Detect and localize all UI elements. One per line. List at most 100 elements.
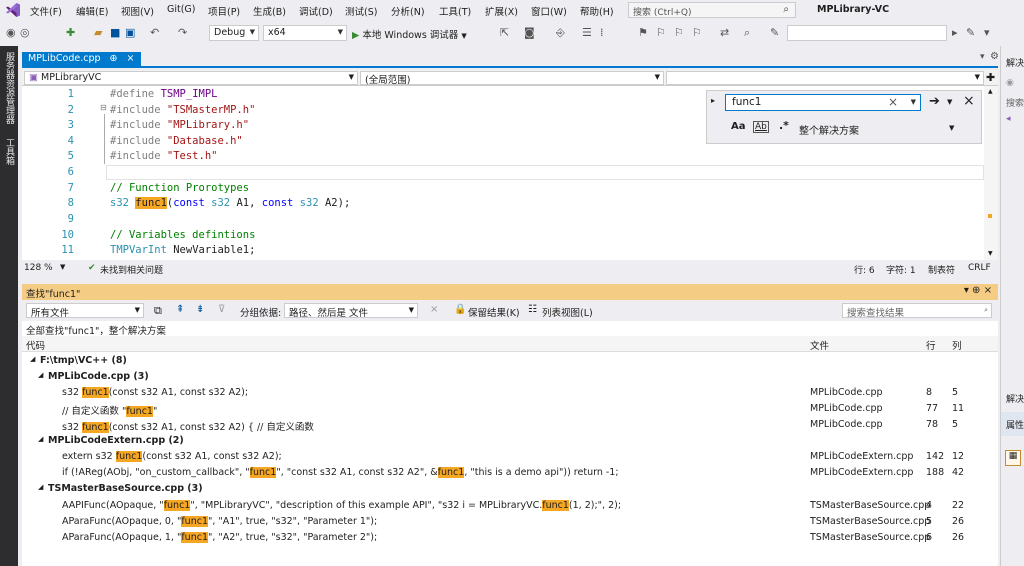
menu-git[interactable]: Git(G): [167, 4, 196, 15]
bookmark-next-icon[interactable]: ⚐: [674, 26, 684, 39]
menu-help[interactable]: 帮助(H): [580, 4, 614, 18]
attach-icon[interactable]: ✎: [770, 26, 779, 39]
result-row[interactable]: s32 func1(const s32 A1, const s32 A2) { …: [22, 417, 998, 433]
toolbox-tab[interactable]: 工具箱: [3, 138, 16, 165]
menu-test[interactable]: 测试(S): [345, 4, 377, 18]
step-icon[interactable]: ⎆: [556, 26, 565, 40]
properties-grid-icon[interactable]: ▦: [1005, 450, 1021, 466]
menu-debug[interactable]: 调试(D): [299, 4, 333, 18]
project-combo[interactable]: ▣ MPLibraryVC ▼: [24, 71, 358, 85]
quick-search-input[interactable]: 搜索 (Ctrl+Q) ⌕: [628, 2, 796, 18]
clear-filter-icon[interactable]: ⊽: [218, 304, 225, 315]
editor-scrollbar[interactable]: ▲ ▼: [984, 86, 998, 260]
find-scope[interactable]: 整个解决方案: [799, 122, 859, 137]
platform-select[interactable]: x64 ▼: [263, 25, 347, 41]
start-debugging-button[interactable]: ▶ 本地 Windows 调试器 ▼: [352, 27, 467, 41]
result-row[interactable]: extern s32 func1(const s32 A1, const s32…: [22, 449, 998, 465]
back-icon[interactable]: ◉: [6, 26, 16, 39]
clear-icon[interactable]: ×: [888, 95, 898, 109]
zoom-level[interactable]: 128 %: [24, 263, 53, 273]
tab-overflow-icon[interactable]: ▾: [980, 52, 985, 62]
close-icon[interactable]: ×: [430, 304, 438, 315]
copy-icon[interactable]: ⧉: [154, 304, 162, 318]
menu-edit[interactable]: 编辑(E): [76, 4, 108, 18]
match-word-toggle[interactable]: Ab: [753, 121, 769, 133]
menu-extensions[interactable]: 扩展(X): [485, 4, 518, 18]
format-icon[interactable]: ☰: [582, 26, 592, 39]
redo-icon[interactable]: ↷: [178, 26, 187, 39]
menu-build[interactable]: 生成(B): [253, 4, 286, 18]
collapse-icon[interactable]: ⊟: [100, 103, 107, 112]
bookmark-clear-icon[interactable]: ⚐: [692, 26, 702, 39]
tree-root[interactable]: ◢ F:\tmp\VC++ (8): [22, 353, 998, 369]
open-folder-icon[interactable]: ▰: [94, 26, 102, 39]
expand-icon[interactable]: ◢: [38, 483, 43, 491]
chevron-down-icon[interactable]: ▼: [947, 98, 952, 106]
result-row[interactable]: if (!AReg(AObj, "on_custom_callback", "f…: [22, 465, 998, 481]
undo-icon[interactable]: ↶: [150, 26, 159, 39]
solution-explorer-tab[interactable]: 解决: [1006, 392, 1024, 405]
menu-project[interactable]: 项目(P): [208, 4, 240, 18]
save-all-icon[interactable]: ▣: [125, 26, 135, 39]
expand-icon[interactable]: ◢: [38, 435, 43, 443]
list-view-button[interactable]: 列表视图(L): [542, 305, 593, 319]
menu-window[interactable]: 窗口(W): [531, 4, 567, 18]
pin-icon[interactable]: ⊕: [110, 53, 118, 64]
line-endings[interactable]: CRLF: [968, 263, 991, 273]
find-next-icon[interactable]: ➔: [929, 94, 940, 109]
comment-icon[interactable]: ⁞: [600, 26, 604, 39]
file-scope-select[interactable]: 所有文件 ▼: [26, 303, 144, 319]
menu-file[interactable]: 文件(F): [30, 4, 62, 18]
result-row[interactable]: s32 func1(const s32 A1, const s32 A2); M…: [22, 385, 998, 401]
scroll-down-icon[interactable]: ▼: [988, 250, 993, 257]
split-add-icon[interactable]: ✚: [986, 71, 995, 84]
result-row[interactable]: AParaFunc(AOpaque, 0, "func1", "A1", tru…: [22, 514, 998, 530]
header-code[interactable]: 代码: [26, 338, 45, 352]
issues-text[interactable]: 未找到相关问题: [100, 263, 163, 276]
settings-icon[interactable]: ⚙: [990, 51, 999, 62]
menu-tools[interactable]: 工具(T): [439, 4, 471, 18]
menu-analyze[interactable]: 分析(N): [391, 4, 425, 18]
scope-combo[interactable]: (全局范围) ▼: [360, 71, 664, 86]
home-icon[interactable]: ◉: [1006, 78, 1014, 88]
close-icon[interactable]: ×: [984, 285, 992, 296]
file-group[interactable]: ◢ MPLibCodeExtern.cpp (2): [22, 433, 998, 449]
pin-icon[interactable]: ⊕: [972, 285, 980, 296]
file-group[interactable]: ◢ TSMasterBaseSource.cpp (3): [22, 481, 998, 497]
dropdown-icon[interactable]: ▾: [964, 285, 969, 296]
header-col[interactable]: 列: [952, 338, 962, 352]
expand-icon[interactable]: ◢: [30, 355, 35, 363]
find-icon[interactable]: ⌕: [744, 26, 750, 40]
keep-results-button[interactable]: 保留结果(K): [468, 305, 520, 319]
forward-icon[interactable]: ◎: [20, 26, 30, 39]
expand-replace-icon[interactable]: ▸: [711, 96, 715, 105]
configuration-select[interactable]: Debug ▼: [209, 25, 259, 41]
result-row[interactable]: AAPIFunc(AOpaque, "func1", "MPLibraryVC"…: [22, 498, 998, 514]
tab-mode[interactable]: 制表符: [928, 263, 955, 276]
save-icon[interactable]: ■: [110, 26, 120, 39]
close-icon[interactable]: ×: [963, 93, 975, 109]
edit-icon[interactable]: ✎: [966, 26, 975, 39]
regex-toggle[interactable]: .*: [779, 119, 789, 132]
bookmark-icon[interactable]: ⚑: [638, 26, 648, 39]
member-combo[interactable]: ▼: [666, 71, 984, 85]
new-item-icon[interactable]: ✚: [66, 26, 75, 39]
header-file[interactable]: 文件: [810, 338, 829, 352]
server-explorer-tab[interactable]: 服务器资源管理器: [3, 52, 16, 124]
solution-search[interactable]: 搜索: [1006, 96, 1024, 109]
customize-icon[interactable]: ▾: [984, 26, 990, 39]
next-result-icon[interactable]: ⇟: [196, 304, 204, 315]
file-group[interactable]: ◢ MPLibCode.cpp (3): [22, 369, 998, 385]
browser-link-icon[interactable]: ⇱: [500, 26, 509, 39]
header-line[interactable]: 行: [926, 338, 936, 352]
find-input[interactable]: func1 × ▼: [725, 94, 921, 111]
match-case-toggle[interactable]: Aa: [731, 121, 746, 132]
result-row[interactable]: AParaFunc(AOpaque, 1, "func1", "A2", tru…: [22, 530, 998, 546]
chevron-down-icon[interactable]: ▼: [60, 263, 65, 271]
chevron-down-icon[interactable]: ▼: [949, 124, 954, 132]
camera-icon[interactable]: ◙: [524, 26, 535, 39]
scroll-up-icon[interactable]: ▲: [988, 88, 993, 95]
properties-title[interactable]: 属性: [1006, 418, 1024, 431]
result-row[interactable]: // 自定义函数 "func1" MPLibCode.cpp 77 11: [22, 401, 998, 417]
bookmark-prev-icon[interactable]: ⚐: [656, 26, 666, 39]
